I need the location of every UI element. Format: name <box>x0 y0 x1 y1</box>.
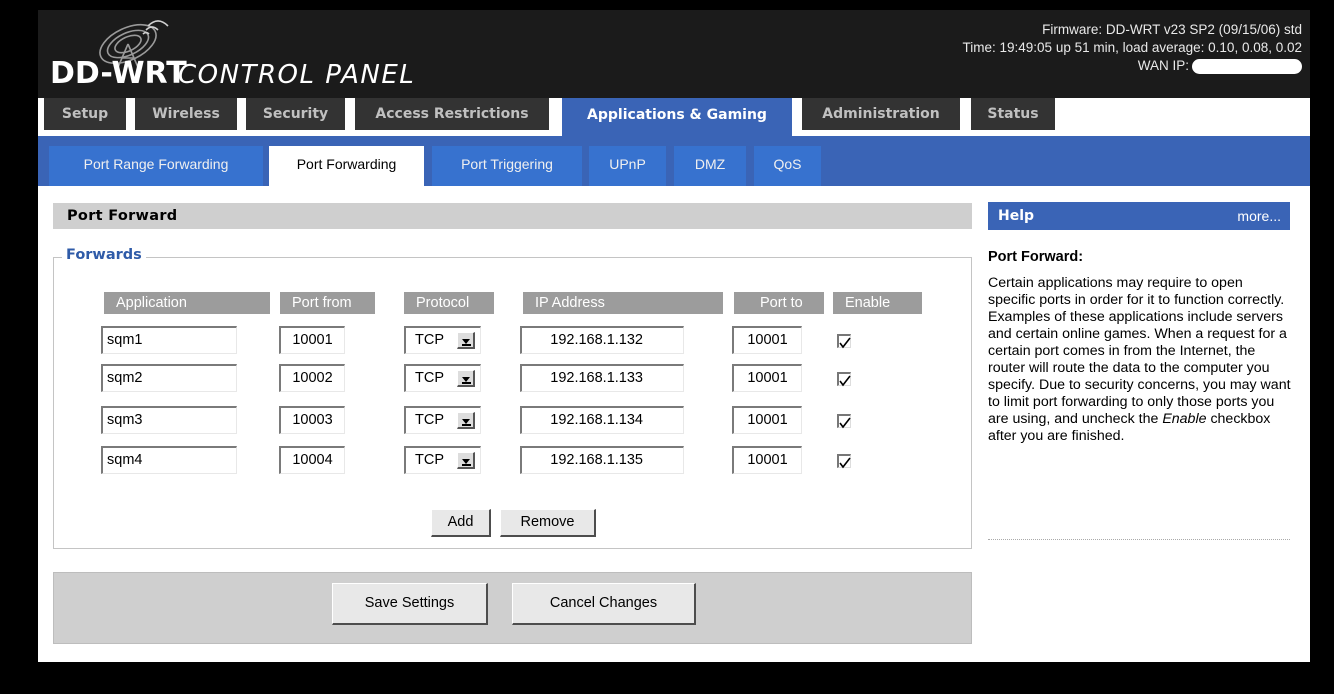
ddwrt-logo: DD-WRT CONTROL PANEL <box>50 20 415 91</box>
column-header-application: Application <box>104 292 270 314</box>
chevron-down-icon <box>457 412 475 429</box>
protocol-value: TCP <box>415 452 444 468</box>
protocol-select[interactable]: TCP <box>404 364 481 392</box>
protocol-value: TCP <box>415 412 444 428</box>
checkmark-icon <box>839 337 851 349</box>
ip-address-input[interactable]: 192.168.1.134 <box>520 406 684 434</box>
port-to-input[interactable]: 10001 <box>732 406 802 434</box>
ip-address-input[interactable]: 192.168.1.132 <box>520 326 684 354</box>
help-text-emphasis: Enable <box>1162 411 1207 427</box>
uptime-text: Time: 19:49:05 up 51 min, load average: … <box>962 40 1302 55</box>
application-name-input[interactable]: sqm4 <box>101 446 237 474</box>
checkmark-icon <box>839 417 851 429</box>
enable-checkbox[interactable] <box>837 372 851 387</box>
column-header-enable: Enable <box>833 292 922 314</box>
enable-checkbox[interactable] <box>837 414 851 429</box>
tab-security[interactable]: Security <box>246 98 345 130</box>
help-more-link[interactable]: more... <box>1237 202 1281 230</box>
help-header: Help more... <box>988 202 1290 230</box>
port-to-input[interactable]: 10001 <box>732 364 802 392</box>
logo-subtitle-text: CONTROL PANEL <box>178 60 415 90</box>
subtab-port-range-forwarding[interactable]: Port Range Forwarding <box>49 146 263 186</box>
add-button[interactable]: Add <box>431 509 491 537</box>
protocol-value: TCP <box>415 370 444 386</box>
subtab-qos[interactable]: QoS <box>754 146 821 186</box>
protocol-select[interactable]: TCP <box>404 326 481 354</box>
column-header-protocol: Protocol <box>404 292 494 314</box>
chevron-down-icon <box>457 332 475 349</box>
tab-setup[interactable]: Setup <box>44 98 126 130</box>
help-text-body: Certain applications may require to open… <box>988 275 1291 427</box>
tab-status[interactable]: Status <box>971 98 1055 130</box>
cancel-changes-button[interactable]: Cancel Changes <box>512 583 696 625</box>
port-from-input[interactable]: 10001 <box>279 326 345 354</box>
column-header-port-to: Port to <box>734 292 824 314</box>
application-name-input[interactable]: sqm2 <box>101 364 237 392</box>
port-to-input[interactable]: 10001 <box>732 446 802 474</box>
header-bar: DD-WRT CONTROL PANEL Firmware: DD-WRT v2… <box>38 10 1310 98</box>
firmware-version: Firmware: DD-WRT v23 SP2 (09/15/06) std <box>1042 22 1302 37</box>
subtab-port-triggering[interactable]: Port Triggering <box>432 146 582 186</box>
chevron-down-icon <box>457 370 475 387</box>
control-panel: DD-WRT CONTROL PANEL Firmware: DD-WRT v2… <box>38 10 1310 662</box>
subtab-port-forwarding[interactable]: Port Forwarding <box>269 146 424 186</box>
logo-brand-text: DD-WRT <box>50 56 187 91</box>
help-topic: Port Forward: <box>988 249 1084 265</box>
subtab-upnp[interactable]: UPnP <box>589 146 666 186</box>
tab-administration[interactable]: Administration <box>802 98 960 130</box>
tab-wireless[interactable]: Wireless <box>135 98 237 130</box>
column-header-ip-address: IP Address <box>523 292 723 314</box>
port-to-input[interactable]: 10001 <box>732 326 802 354</box>
port-from-input[interactable]: 10002 <box>279 364 345 392</box>
enable-checkbox[interactable] <box>837 454 851 469</box>
application-name-input[interactable]: sqm1 <box>101 326 237 354</box>
save-settings-button[interactable]: Save Settings <box>332 583 488 625</box>
checkmark-icon <box>839 375 851 387</box>
help-text: Certain applications may require to open… <box>988 275 1292 445</box>
wan-ip-row: WAN IP: <box>963 57 1302 75</box>
protocol-select[interactable]: TCP <box>404 406 481 434</box>
forwards-legend: Forwards <box>62 247 146 263</box>
column-header-port-from: Port from <box>280 292 375 314</box>
tab-access-restrictions[interactable]: Access Restrictions <box>355 98 549 130</box>
port-from-input[interactable]: 10004 <box>279 446 345 474</box>
protocol-select[interactable]: TCP <box>404 446 481 474</box>
ip-address-input[interactable]: 192.168.1.135 <box>520 446 684 474</box>
remove-button[interactable]: Remove <box>500 509 596 537</box>
wan-ip-redaction <box>1192 58 1302 74</box>
port-from-input[interactable]: 10003 <box>279 406 345 434</box>
chevron-down-icon <box>457 452 475 469</box>
sub-tabs: Port Range Forwarding Port Forwarding Po… <box>38 136 1310 186</box>
application-name-input[interactable]: sqm3 <box>101 406 237 434</box>
wan-ip-label: WAN IP: <box>1137 58 1189 73</box>
help-divider <box>988 539 1290 540</box>
checkmark-icon <box>839 457 851 469</box>
firmware-info: Firmware: DD-WRT v23 SP2 (09/15/06) std … <box>963 21 1302 75</box>
subtab-dmz[interactable]: DMZ <box>674 146 746 186</box>
enable-checkbox[interactable] <box>837 334 851 349</box>
ip-address-input[interactable]: 192.168.1.133 <box>520 364 684 392</box>
section-title: Port Forward <box>53 203 972 229</box>
help-title: Help <box>998 208 1035 224</box>
protocol-value: TCP <box>415 332 444 348</box>
